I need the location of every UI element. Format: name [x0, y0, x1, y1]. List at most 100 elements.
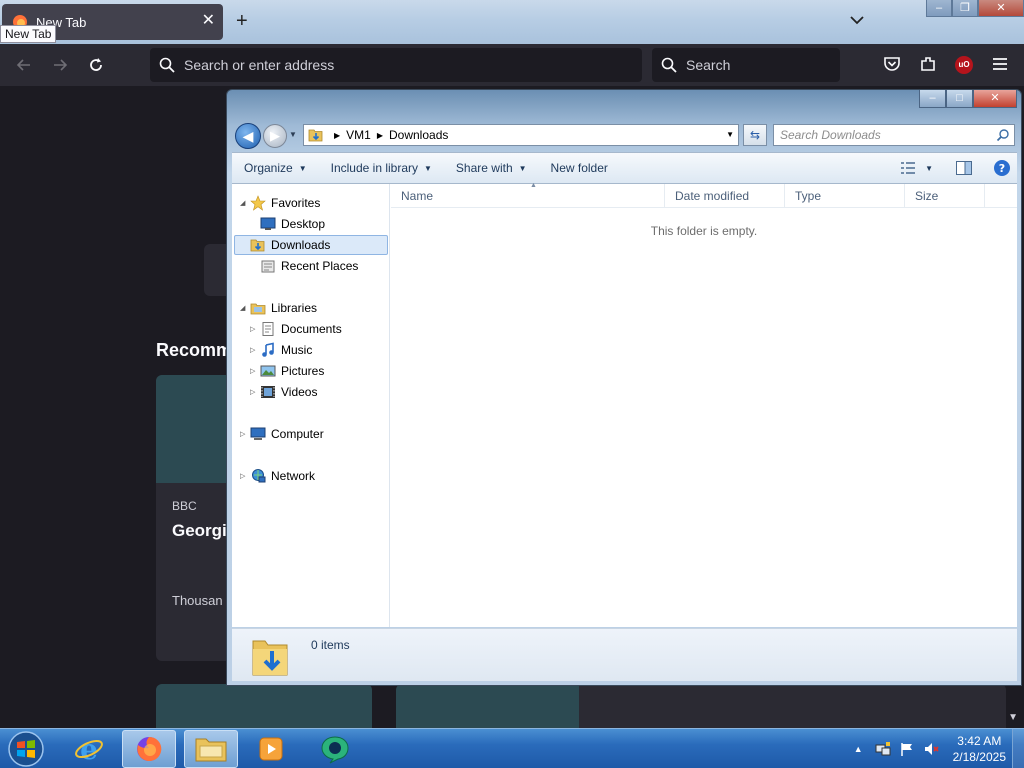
pocket-icon[interactable] [882, 54, 902, 74]
command-bar: Organize ▼ Include in library ▼ Share with… [232, 152, 1017, 184]
maximize-icon[interactable]: □ [946, 90, 973, 108]
search-bar[interactable] [652, 48, 840, 82]
windows-taskbar: e ▲ 3:42 AM 2/18/2025 [0, 728, 1024, 768]
chevron-down-icon: ▼ [298, 163, 307, 173]
list-all-tabs-icon[interactable] [849, 12, 865, 28]
hamburger-menu-icon[interactable] [990, 54, 1010, 74]
empty-folder-message: This folder is empty. [650, 224, 758, 238]
downloads-folder-icon [250, 239, 265, 252]
network-status-icon[interactable] [875, 741, 891, 757]
view-controls: ▼ ? [899, 159, 1011, 177]
organize-button[interactable]: Organize ▼ [232, 153, 319, 183]
show-desktop-button[interactable] [1012, 729, 1024, 768]
action-center-flag-icon[interactable] [899, 741, 915, 757]
expand-arrow-icon[interactable]: ▷ [250, 346, 260, 354]
include-in-library-button[interactable]: Include in library ▼ [319, 153, 444, 183]
ublock-origin-icon[interactable]: uO [955, 56, 973, 74]
downloads-folder-icon [308, 129, 323, 142]
url-input[interactable] [184, 57, 584, 73]
close-icon[interactable]: ✕ [978, 0, 1024, 17]
windows-explorer-taskbar-button[interactable] [184, 730, 238, 768]
column-name[interactable]: Name [391, 184, 665, 208]
nav-downloads[interactable]: Downloads [234, 235, 388, 255]
nav-libraries[interactable]: ◢ Libraries [240, 298, 317, 318]
web-search-input[interactable] [686, 57, 826, 73]
back-arrow-icon[interactable] [14, 55, 34, 75]
sort-ascending-icon: ▲ [530, 182, 537, 189]
nav-documents[interactable]: ▷ Documents [250, 319, 342, 339]
address-bar[interactable] [150, 48, 642, 82]
reload-icon[interactable] [86, 55, 106, 75]
expand-arrow-icon[interactable]: ▷ [250, 388, 260, 396]
communicator-taskbar-button[interactable] [308, 730, 362, 768]
column-type[interactable]: Type [785, 184, 905, 208]
minimize-icon[interactable]: – [919, 90, 946, 108]
firefox-taskbar-button[interactable] [122, 730, 176, 768]
clock-time: 3:42 AM [957, 734, 1002, 748]
search-icon [159, 57, 175, 73]
favorites-label: Favorites [271, 196, 321, 210]
refresh-button[interactable]: ⇆ [743, 124, 767, 146]
star-icon [250, 195, 266, 211]
preview-pane-icon[interactable] [955, 160, 973, 176]
show-hidden-icons-icon[interactable]: ▲ [854, 744, 863, 754]
nav-desktop[interactable]: Desktop [250, 214, 325, 234]
restore-icon[interactable]: ❐ [952, 0, 978, 17]
expand-arrow-icon[interactable]: ▷ [250, 367, 260, 375]
libraries-icon [250, 303, 266, 315]
recent-places-icon [261, 260, 275, 273]
column-size[interactable]: Size [905, 184, 985, 208]
search-icon [996, 129, 1009, 142]
nav-computer[interactable]: ▷ Computer [240, 424, 324, 444]
documents-icon [262, 322, 274, 336]
share-with-button[interactable]: Share with ▼ [444, 153, 539, 183]
firefox-window-controls: – ❐ ✕ [926, 0, 1024, 17]
close-icon[interactable]: ✕ [973, 90, 1017, 108]
volume-muted-icon[interactable] [923, 741, 939, 757]
expand-arrow-icon[interactable]: ▷ [240, 430, 250, 438]
nav-music[interactable]: ▷ Music [250, 340, 312, 360]
story-source: BBC [172, 499, 197, 513]
new-tab-button[interactable]: + [236, 11, 248, 31]
nav-favorites[interactable]: ◢ Favorites [240, 193, 320, 213]
close-tab-icon[interactable]: ✕ [202, 13, 215, 29]
change-view-icon[interactable] [899, 160, 917, 176]
collapse-arrow-icon[interactable]: ◢ [240, 304, 250, 312]
breadcrumb-chevron-icon[interactable]: ▶ [334, 131, 340, 140]
breadcrumb-downloads[interactable]: Downloads [389, 128, 448, 142]
expand-arrow-icon[interactable]: ▷ [250, 325, 260, 333]
nav-recent-places[interactable]: Recent Places [250, 256, 358, 276]
story-card-2[interactable] [156, 684, 372, 730]
new-folder-button[interactable]: New folder [539, 153, 620, 183]
computer-label: Computer [271, 427, 324, 441]
address-dropdown-icon[interactable]: ▼ [726, 130, 734, 139]
search-downloads-input[interactable] [780, 128, 980, 142]
breadcrumb-vm1[interactable]: VM1 [346, 128, 371, 142]
extensions-icon[interactable] [918, 54, 938, 74]
collapse-arrow-icon[interactable]: ◢ [240, 199, 250, 207]
nav-videos[interactable]: ▷ Videos [250, 382, 317, 402]
help-icon[interactable]: ? [993, 159, 1011, 177]
nav-network[interactable]: ▷ Network [240, 466, 315, 486]
downloads-folder-icon [252, 640, 288, 676]
start-button-icon[interactable] [4, 730, 48, 768]
media-player-taskbar-button[interactable] [244, 730, 298, 768]
svg-text:?: ? [999, 162, 1005, 175]
forward-button[interactable]: ▶ [263, 124, 287, 148]
column-date-modified[interactable]: Date modified [665, 184, 785, 208]
expand-arrow-icon[interactable]: ▷ [240, 472, 250, 480]
details-pane: 0 items [232, 628, 1017, 681]
minimize-icon[interactable]: – [926, 0, 952, 17]
recent-pages-dropdown-icon[interactable]: ▼ [289, 130, 299, 140]
nav-pictures[interactable]: ▷ Pictures [250, 361, 324, 381]
view-dropdown-icon[interactable]: ▼ [925, 164, 933, 173]
story-card-3[interactable] [396, 684, 1006, 730]
back-button[interactable]: ◀ [235, 123, 261, 149]
search-downloads-box[interactable] [773, 124, 1015, 146]
internet-explorer-taskbar-button[interactable]: e [62, 730, 116, 768]
address-breadcrumb[interactable]: ▶ VM1 ▶ Downloads ▼ [303, 124, 739, 146]
breadcrumb-chevron-icon[interactable]: ▶ [377, 131, 383, 140]
scroll-down-arrow-icon[interactable]: ▼ [1008, 712, 1018, 723]
taskbar-clock[interactable]: 3:42 AM 2/18/2025 [953, 733, 1006, 765]
forward-arrow-icon[interactable] [50, 55, 70, 75]
